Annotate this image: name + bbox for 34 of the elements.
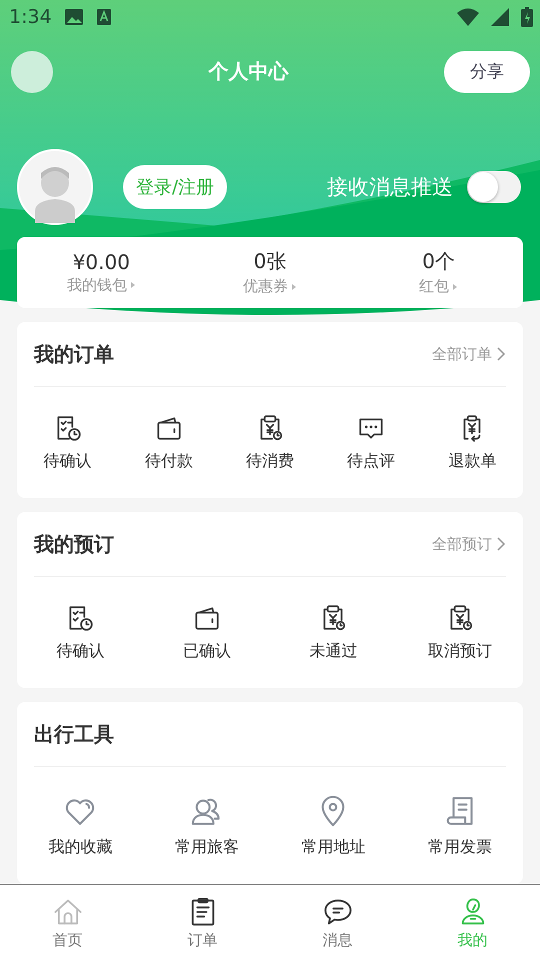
shortcut-item[interactable]: 常用旅客 <box>144 793 270 858</box>
shortcut-item[interactable]: 待确认 <box>17 413 118 472</box>
caret-icon <box>452 282 458 292</box>
chevron-right-icon <box>496 537 506 551</box>
battery-icon <box>521 6 533 27</box>
wallet-item[interactable]: ¥0.00 我的钱包 <box>17 236 186 308</box>
shortcut-item[interactable]: 待点评 <box>320 413 422 472</box>
caret-icon <box>130 280 136 290</box>
shortcut-item[interactable]: 已确认 <box>144 603 270 662</box>
avatar-icon[interactable] <box>17 148 93 225</box>
tab-item[interactable]: 订单 <box>135 885 270 960</box>
signal-icon <box>491 8 509 26</box>
caret-icon <box>290 282 297 292</box>
page-title: 个人中心 <box>208 58 288 86</box>
shortcut-item[interactable]: 退款单 <box>422 413 523 472</box>
section-title: 出行工具 <box>34 720 114 748</box>
shortcut-item[interactable]: 待确认 <box>17 603 144 662</box>
tab-item[interactable]: 首页 <box>0 885 135 960</box>
shortcut-item[interactable]: 待付款 <box>118 413 220 472</box>
shortcut-item[interactable]: 常用发票 <box>396 793 523 858</box>
section-title: 我的预订 <box>34 530 114 558</box>
shortcut-item[interactable]: 未通过 <box>270 603 396 662</box>
status-time: 1:34 <box>9 6 52 28</box>
section-title: 我的订单 <box>34 340 114 368</box>
push-label: 接收消息推送 <box>327 174 453 201</box>
wallet-item[interactable]: 0个 红包 <box>354 236 523 308</box>
shortcut-item[interactable]: 取消预订 <box>396 603 523 662</box>
wifi-icon <box>457 8 479 26</box>
tab-item[interactable]: 消息 <box>270 885 405 960</box>
shortcut-item[interactable]: 我的收藏 <box>17 793 144 858</box>
shortcut-item[interactable]: 待消费 <box>219 413 321 472</box>
wallet-item[interactable]: 0张 优惠券 <box>186 236 354 308</box>
shortcut-item[interactable]: 常用地址 <box>270 793 396 858</box>
chevron-right-icon <box>496 347 506 361</box>
